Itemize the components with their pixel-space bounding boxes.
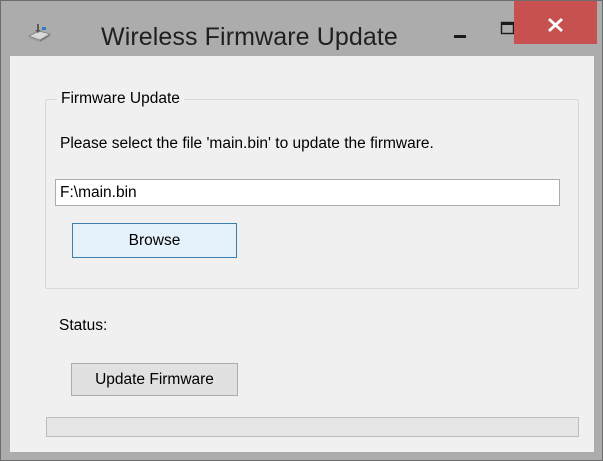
window-title: Wireless Firmware Update (101, 23, 398, 51)
instruction-text: Please select the file 'main.bin' to upd… (60, 135, 434, 152)
status-label: Status: (59, 317, 108, 334)
firmware-update-window: Wireless Firmware Update Firmware Update… (0, 0, 603, 461)
file-path-field[interactable] (55, 179, 560, 206)
close-button[interactable] (514, 1, 597, 44)
title-bar[interactable]: Wireless Firmware Update (1, 1, 602, 56)
progress-bar (46, 417, 579, 437)
groupbox-title: Firmware Update (56, 90, 184, 108)
client-area: Firmware Update Please select the file '… (10, 56, 594, 452)
update-firmware-button[interactable]: Update Firmware (71, 363, 238, 396)
browse-button[interactable]: Browse (72, 223, 237, 258)
minimize-button[interactable] (437, 1, 483, 44)
minimize-icon (454, 35, 466, 38)
close-icon (548, 18, 563, 32)
app-icon (25, 21, 53, 45)
